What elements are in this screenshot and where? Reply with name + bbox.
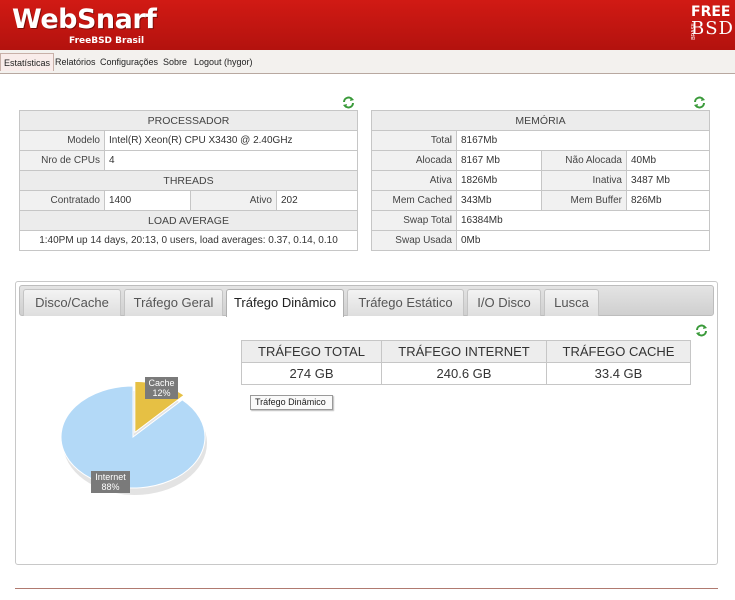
tab-trafego-dinamico[interactable]: Tráfego Dinâmico <box>226 289 344 317</box>
contratado-value: 1400 <box>104 190 191 211</box>
inativa-value: 3487 Mb <box>626 170 710 191</box>
freebsd-logo-top: FREE <box>691 4 731 20</box>
tab-disco-cache[interactable]: Disco/Cache <box>23 289 121 316</box>
load-average-value: 1:40PM up 14 days, 20:13, 0 users, load … <box>19 230 358 251</box>
pie-label-internet-name: Internet <box>95 472 126 482</box>
refresh-icon-svg <box>343 96 354 109</box>
refresh-icon-svg <box>696 324 707 337</box>
pie-slice-internet <box>60 385 206 489</box>
cpus-label: Nro de CPUs <box>19 150 105 171</box>
traffic-summary-table: TRÁFEGO TOTAL TRÁFEGO INTERNET TRÁFEGO C… <box>241 340 691 385</box>
alocada-value: 8167 Mb <box>456 150 542 171</box>
contratado-label: Contratado <box>19 190 105 211</box>
menu-logout[interactable]: Logout (hygor) <box>191 53 256 71</box>
pie-slices <box>60 380 206 489</box>
nao-alocada-value: 40Mb <box>626 150 710 171</box>
pie-label-internet-value: 88% <box>101 482 120 492</box>
swap-total-label: Swap Total <box>371 210 457 231</box>
main-menu: Estatísticas Relatórios Configurações So… <box>0 50 735 74</box>
refresh-icon[interactable] <box>342 96 355 109</box>
cpus-value: 4 <box>104 150 358 171</box>
brand-logo: WebSnarf <box>12 4 157 35</box>
processador-table: PROCESSADOR Modelo Intel(R) Xeon(R) CPU … <box>19 110 358 251</box>
tab-io-disco[interactable]: I/O Disco <box>467 289 541 316</box>
tab-bar: Disco/Cache Tráfego Geral Tráfego Dinâmi… <box>19 285 714 317</box>
nao-alocada-label: Não Alocada <box>541 150 627 171</box>
trafego-internet-header: TRÁFEGO INTERNET <box>381 340 547 363</box>
pie-label-cache: Cache 12% <box>145 377 178 399</box>
menu-estatisticas[interactable]: Estatísticas <box>0 53 55 71</box>
total-label: Total <box>371 130 457 151</box>
menu-sobre[interactable]: Sobre <box>160 53 190 71</box>
ativo-label: Ativo <box>190 190 277 211</box>
swap-total-value: 16384Mb <box>456 210 710 231</box>
pie-label-internet: Internet 88% <box>91 471 130 493</box>
inativa-label: Inativa <box>541 170 627 191</box>
trafego-total-value: 274 GB <box>241 362 382 385</box>
tab-trafego-estatico[interactable]: Tráfego Estático <box>347 289 464 316</box>
memoria-table: MEMÓRIA Total 8167Mb Alocada 8167 Mb Não… <box>371 110 710 251</box>
refresh-icon[interactable] <box>695 324 708 337</box>
refresh-icon-svg <box>694 96 705 109</box>
ativa-label: Ativa <box>371 170 457 191</box>
pie-label-cache-value: 12% <box>152 388 171 398</box>
menu-relatorios[interactable]: Relatórios <box>52 53 99 71</box>
pie-label-cache-name: Cache <box>148 378 175 388</box>
brand-subtitle: FreeBSD Brasil <box>69 36 145 46</box>
total-value: 8167Mb <box>456 130 710 151</box>
trafego-cache-header: TRÁFEGO CACHE <box>546 340 691 363</box>
tab-lusca[interactable]: Lusca <box>544 289 599 316</box>
mem-buffer-value: 826Mb <box>626 190 710 211</box>
refresh-icon[interactable] <box>693 96 706 109</box>
app-header: WebSnarf FreeBSD Brasil FREE BSD BRASIL <box>0 0 735 50</box>
mem-buffer-label: Mem Buffer <box>541 190 627 211</box>
mem-cached-value: 343Mb <box>456 190 542 211</box>
footer-divider <box>15 588 718 589</box>
tab-trafego-geral[interactable]: Tráfego Geral <box>124 289 223 316</box>
trafego-total-header: TRÁFEGO TOTAL <box>241 340 382 363</box>
freebsd-logo-side: BRASIL <box>691 22 697 40</box>
load-average-title: LOAD AVERAGE <box>19 210 358 231</box>
trafego-cache-value: 33.4 GB <box>546 362 691 385</box>
trafego-internet-value: 240.6 GB <box>381 362 547 385</box>
alocada-label: Alocada <box>371 150 457 171</box>
modelo-value: Intel(R) Xeon(R) CPU X3430 @ 2.40GHz <box>104 130 358 151</box>
processador-title: PROCESSADOR <box>19 110 358 131</box>
traffic-pie-chart <box>60 380 207 495</box>
ativo-value: 202 <box>276 190 358 211</box>
freebsd-brasil-logo: FREE BSD BRASIL <box>691 4 733 43</box>
modelo-label: Modelo <box>19 130 105 151</box>
mem-cached-label: Mem Cached <box>371 190 457 211</box>
swap-usada-value: 0Mb <box>456 230 710 251</box>
swap-usada-label: Swap Usada <box>371 230 457 251</box>
menu-configuracoes[interactable]: Configurações <box>97 53 161 71</box>
chart-title-tooltip: Tráfego Dinâmico <box>250 395 333 410</box>
memoria-title: MEMÓRIA <box>371 110 710 131</box>
threads-title: THREADS <box>19 170 358 191</box>
ativa-value: 1826Mb <box>456 170 542 191</box>
